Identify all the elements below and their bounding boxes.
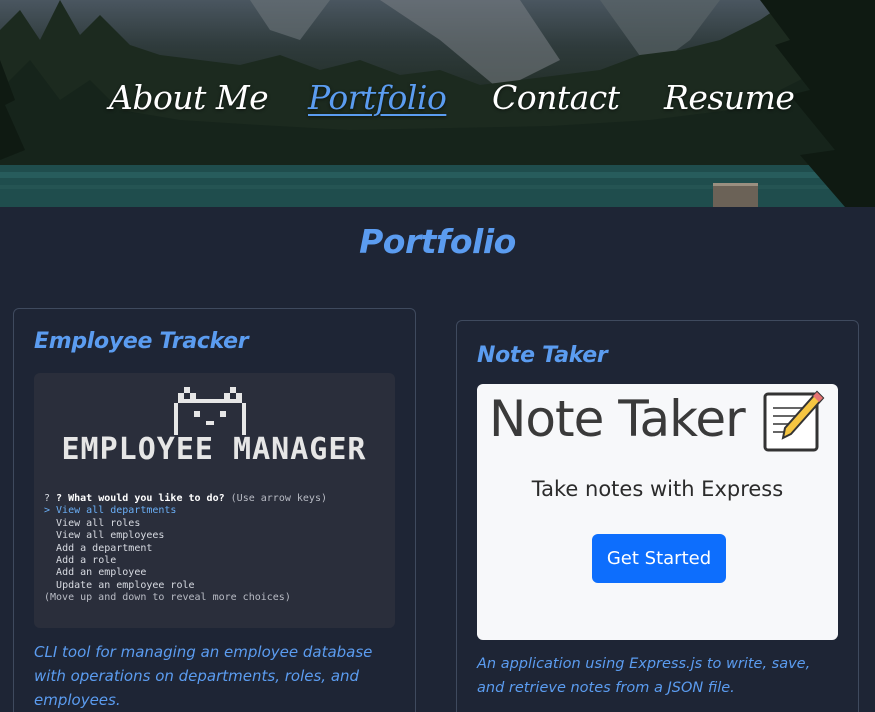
get-started-button: Get Started [592, 534, 726, 583]
project-title[interactable]: Note Taker [477, 343, 608, 368]
pixel-cat-icon [174, 387, 246, 435]
project-card-employee-tracker[interactable]: Employee Tracker EMPLOYEE MANAGER ? ? Wh… [13, 308, 416, 712]
section-title: Portfolio [359, 222, 516, 261]
nav-contact[interactable]: Contact [492, 78, 620, 117]
memo-pencil-icon [763, 390, 825, 452]
note-taker-subheading: Take notes with Express [531, 477, 784, 501]
nav-about-me[interactable]: About Me [109, 78, 269, 117]
employee-manager-banner: EMPLOYEE MANAGER [62, 387, 367, 467]
project-title[interactable]: Employee Tracker [34, 329, 249, 354]
nav-resume[interactable]: Resume [664, 78, 795, 117]
svg-text:EMPLOYEE MANAGER: EMPLOYEE MANAGER [62, 432, 367, 467]
nav-portfolio[interactable]: Portfolio [308, 78, 447, 117]
project-description: An application using Express.js to write… [477, 656, 811, 696]
note-taker-heading: Note Taker [489, 390, 746, 448]
project-description: CLI tool for managing an employee databa… [34, 643, 373, 709]
terminal-output: ? ? What would you like to do? (Use arro… [44, 493, 327, 604]
project-screenshot[interactable]: EMPLOYEE MANAGER ? ? What would you like… [34, 373, 395, 628]
header-banner: About Me Portfolio Contact Resume [0, 0, 875, 207]
project-card-note-taker[interactable]: Note Taker Note Taker Take notes with Ex… [456, 320, 859, 712]
project-screenshot[interactable]: Note Taker Take notes with Express Get S… [477, 384, 838, 640]
main-nav: About Me Portfolio Contact Resume [0, 78, 875, 128]
